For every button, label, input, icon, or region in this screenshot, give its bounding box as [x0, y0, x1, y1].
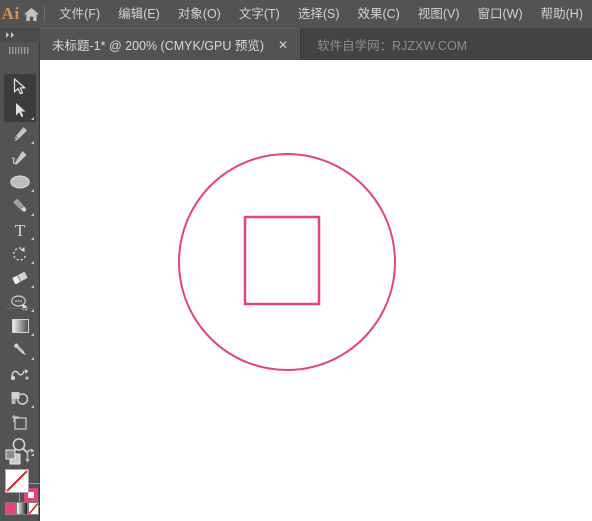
blend-icon	[10, 369, 29, 381]
vector-artwork	[178, 153, 396, 371]
menu-help[interactable]: 帮助(H)	[532, 4, 592, 25]
rotate-icon	[12, 247, 26, 261]
menu-divider	[43, 6, 45, 22]
tool-flyout-indicator	[31, 141, 34, 144]
none-slash-icon	[6, 470, 28, 492]
none-slash-icon	[28, 503, 38, 514]
artboard-tool[interactable]	[4, 410, 36, 434]
watermark-text: 软件自学网：RJZXW.COM	[317, 38, 468, 53]
tool-flyout-indicator	[31, 237, 34, 240]
gradient-button[interactable]	[16, 502, 28, 515]
fill-swatch[interactable]	[5, 469, 29, 493]
eraser-tool[interactable]	[4, 266, 36, 290]
panel-drag-handle[interactable]	[0, 42, 40, 58]
document-tab-bar: 未标题-1* @ 200% (CMYK/GPU 预览) ✕ 软件自学网：RJZX…	[0, 28, 592, 60]
illustrator-window: Ai 文件(F) 编辑(E) 对象(O) 文字(T) 选择(S) 效果(C) 视…	[0, 0, 592, 521]
type-tool[interactable]: T	[4, 218, 36, 242]
ellipse-icon	[10, 175, 30, 189]
tool-flyout-indicator	[31, 213, 34, 216]
ellipse-tool[interactable]	[4, 170, 36, 194]
paintbrush-tool[interactable]	[4, 194, 36, 218]
square-shape	[243, 215, 321, 306]
circle-shape	[178, 153, 396, 371]
menu-item-list: 文件(F) 编辑(E) 对象(O) 文字(T) 选择(S) 效果(C) 视图(V…	[50, 4, 592, 25]
curvature-tool[interactable]	[4, 146, 36, 170]
swap-fill-stroke-button[interactable]	[25, 448, 39, 463]
shape-builder-icon	[11, 392, 29, 405]
rotate-tool[interactable]	[4, 242, 36, 266]
artboard-canvas[interactable]	[40, 60, 592, 521]
blend-tool[interactable]	[4, 362, 36, 386]
selection-tool[interactable]	[4, 74, 36, 98]
shaper-tool[interactable]	[4, 290, 36, 314]
arrow-cursor-icon	[13, 77, 26, 94]
curvature-pen-icon	[11, 151, 27, 165]
paintbrush-icon	[12, 198, 27, 213]
menu-select[interactable]: 选择(S)	[289, 4, 349, 25]
panel-expand-icon[interactable]	[0, 28, 40, 42]
eraser-icon	[12, 272, 28, 284]
tools-panel: T	[0, 28, 43, 521]
toolbar-separator	[6, 308, 34, 309]
svg-text:T: T	[15, 221, 26, 239]
eyedropper-tool[interactable]	[4, 338, 36, 362]
color-button[interactable]	[5, 502, 17, 515]
gradient-tool[interactable]	[4, 314, 36, 338]
menu-edit[interactable]: 编辑(E)	[109, 4, 169, 25]
artboard-icon	[12, 415, 27, 430]
close-icon[interactable]: ✕	[275, 39, 291, 51]
tool-flyout-indicator	[31, 189, 34, 192]
eyedropper-icon	[13, 343, 26, 356]
tool-flyout-indicator	[31, 261, 34, 264]
ai-logo: Ai	[1, 4, 20, 23]
document-tab[interactable]: 未标题-1* @ 200% (CMYK/GPU 预览) ✕	[40, 28, 302, 60]
gradient-icon	[11, 318, 29, 333]
filled-arrow-icon	[15, 103, 25, 117]
pen-nib-icon	[14, 127, 27, 141]
menu-bar: Ai 文件(F) 编辑(E) 对象(O) 文字(T) 选择(S) 效果(C) 视…	[0, 0, 592, 28]
home-icon[interactable]	[21, 0, 41, 28]
menu-object[interactable]: 对象(O)	[169, 4, 230, 25]
swap-fill-stroke-icon	[25, 448, 35, 463]
color-mode-buttons	[5, 502, 39, 515]
menu-type[interactable]: 文字(T)	[230, 4, 289, 25]
direct-selection-tool[interactable]	[4, 98, 36, 122]
tool-flyout-indicator	[31, 117, 34, 120]
menu-file[interactable]: 文件(F)	[50, 4, 109, 25]
tool-flyout-indicator	[31, 309, 34, 312]
type-t-icon: T	[15, 221, 26, 239]
draw-mode-button[interactable]	[5, 449, 22, 465]
draw-mode-icon	[5, 449, 21, 465]
menu-view[interactable]: 视图(V)	[409, 4, 469, 25]
tool-flyout-indicator	[31, 357, 34, 360]
shape-builder-tool[interactable]	[4, 386, 36, 410]
tool-flyout-indicator	[31, 333, 34, 336]
menu-window[interactable]: 窗口(W)	[469, 4, 532, 25]
document-tab-title: 未标题-1* @ 200% (CMYK/GPU 预览)	[52, 39, 265, 53]
menu-effect[interactable]: 效果(C)	[348, 4, 408, 25]
tool-flyout-indicator	[31, 405, 34, 408]
pen-tool[interactable]	[4, 122, 36, 146]
tool-flyout-indicator	[31, 285, 34, 288]
none-button[interactable]	[27, 502, 39, 515]
